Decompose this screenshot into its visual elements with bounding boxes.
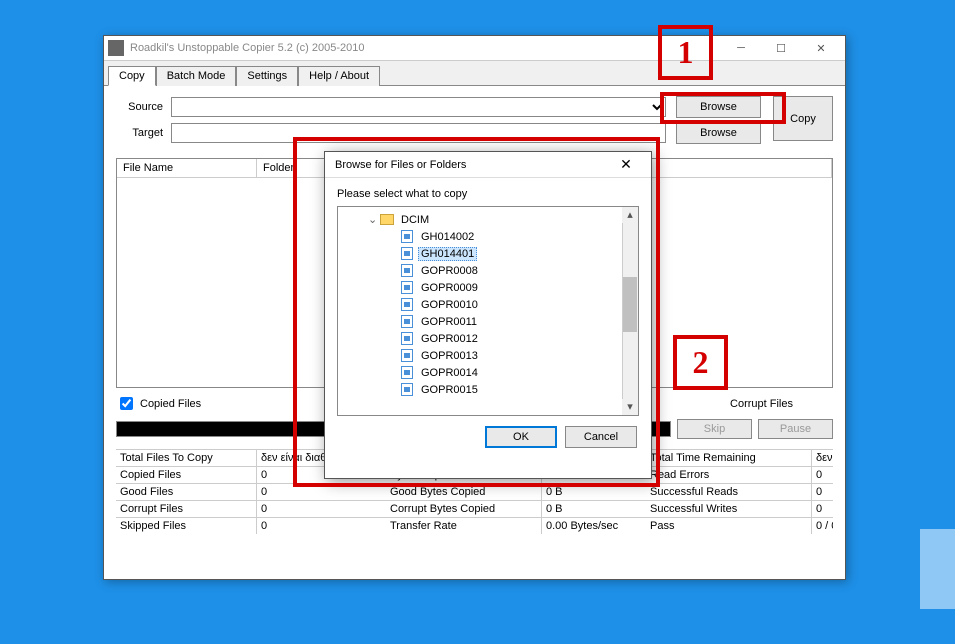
tab-help[interactable]: Help / About [298,66,380,86]
app-icon [108,40,124,56]
corrupt-files-check[interactable]: Corrupt Files [750,394,793,413]
annotation-2: 2 [673,335,728,390]
stat-succ-reads-lbl: Successful Reads [646,483,811,500]
tab-batch[interactable]: Batch Mode [156,66,237,86]
stat-read-errors-lbl: Read Errors [646,466,811,483]
tab-settings[interactable]: Settings [236,66,298,86]
minimize-button[interactable]: ─ [721,37,761,59]
stat-corrupt-bytes-lbl: Corrupt Bytes Copied [386,500,541,517]
col-filename[interactable]: File Name [117,159,257,177]
titlebar[interactable]: Roadkil's Unstoppable Copier 5.2 (c) 200… [104,36,845,61]
close-button[interactable]: ✕ [801,37,841,59]
annotation-1: 1 [658,25,713,80]
stat-corrupt-files-val: 0 [256,500,386,517]
tab-copy[interactable]: Copy [108,66,156,86]
target-browse-button[interactable]: Browse [676,122,761,144]
annotation-dialog-box [293,137,660,487]
stat-transfer-rate-val: 0.00 Bytes/sec [541,517,646,534]
source-input[interactable] [171,97,666,117]
stat-good-files-lbl: Good Files [116,483,256,500]
stat-pass-lbl: Pass [646,517,811,534]
stat-time-remain-val: δεν είναι διαθέσιμ [811,449,833,466]
stat-pass-val: 0 / 0 [811,517,833,534]
maximize-button[interactable]: ☐ [761,37,801,59]
stat-transfer-rate-lbl: Transfer Rate [386,517,541,534]
stat-succ-writes-lbl: Successful Writes [646,500,811,517]
stat-succ-reads-val: 0 [811,483,833,500]
stat-corrupt-bytes-val: 0 B [541,500,646,517]
corrupt-files-label: Corrupt Files [730,398,793,410]
pause-button[interactable]: Pause [758,419,833,439]
stat-skipped-files-val: 0 [256,517,386,534]
stat-total-files-lbl: Total Files To Copy [116,449,256,466]
source-label: Source [116,101,171,113]
target-label: Target [116,127,171,139]
annotation-browse-box [660,92,786,124]
stat-read-errors-val: 0 [811,466,833,483]
stat-corrupt-files-lbl: Corrupt Files [116,500,256,517]
copied-files-label: Copied Files [140,398,201,410]
skip-button[interactable]: Skip [677,419,752,439]
copied-files-checkbox[interactable] [120,397,133,410]
stat-time-remain-lbl: Total Time Remaining [646,449,811,466]
stat-succ-writes-val: 0 [811,500,833,517]
window-title: Roadkil's Unstoppable Copier 5.2 (c) 200… [130,42,364,54]
copied-files-check[interactable]: Copied Files [116,394,201,413]
stat-skipped-files-lbl: Skipped Files [116,517,256,534]
tab-bar: Copy Batch Mode Settings Help / About [104,61,845,86]
stat-copied-files-lbl: Copied Files [116,466,256,483]
